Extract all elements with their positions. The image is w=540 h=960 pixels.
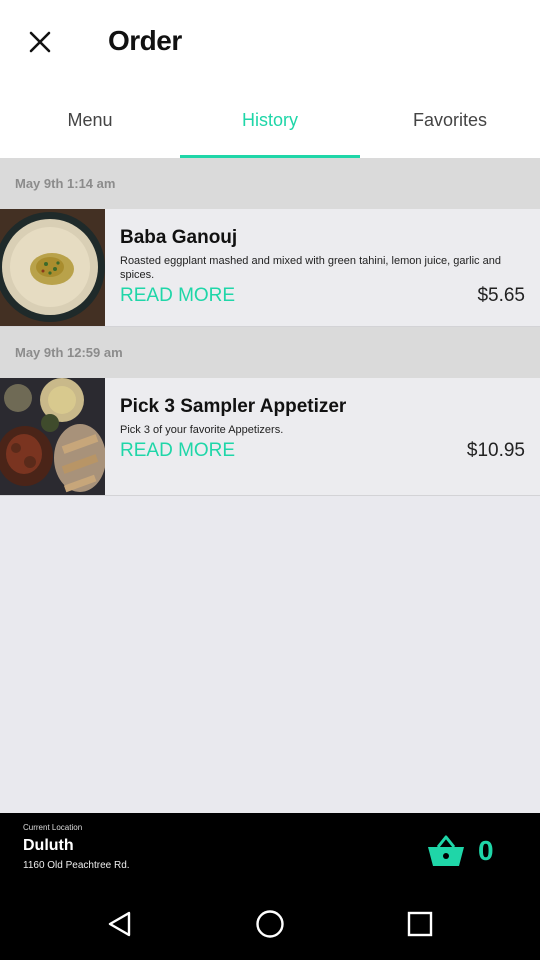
app-header: Order xyxy=(0,0,540,84)
tab-bar: Menu History Favorites xyxy=(0,84,540,158)
item-price: $5.65 xyxy=(477,285,525,306)
item-image xyxy=(0,209,105,326)
cart-count: 0 xyxy=(478,835,494,866)
recents-icon xyxy=(407,911,433,937)
item-footer: READ MORE $10.95 xyxy=(120,440,525,462)
close-icon xyxy=(29,31,51,53)
back-icon xyxy=(108,911,131,937)
location-bar[interactable]: Current Location Duluth 1160 Old Peachtr… xyxy=(0,813,540,888)
tab-menu[interactable]: Menu xyxy=(0,84,180,158)
nav-home-button[interactable] xyxy=(250,904,290,944)
nav-back-button[interactable] xyxy=(100,904,140,944)
cart-button[interactable] xyxy=(426,833,466,869)
item-image xyxy=(0,378,105,495)
home-icon xyxy=(256,910,284,938)
item-details: Baba Ganouj Roasted eggplant mashed and … xyxy=(105,209,540,326)
location-city: Duluth xyxy=(23,837,74,854)
location-caption: Current Location xyxy=(23,823,83,832)
system-nav-bar xyxy=(0,888,540,960)
history-list: May 9th 1:14 am Baba Ganouj Roasted eggp… xyxy=(0,158,540,496)
nav-recents-button[interactable] xyxy=(400,904,440,944)
date-header: May 9th 1:14 am xyxy=(0,158,540,209)
basket-icon xyxy=(428,835,464,866)
tab-history[interactable]: History xyxy=(180,84,360,158)
item-name: Baba Ganouj xyxy=(120,227,238,248)
read-more-link[interactable]: READ MORE xyxy=(120,440,235,462)
location-address: 1160 Old Peachtree Rd. xyxy=(23,860,130,871)
read-more-link[interactable]: READ MORE xyxy=(120,285,235,307)
close-button[interactable] xyxy=(20,22,60,62)
item-description: Roasted eggplant mashed and mixed with g… xyxy=(120,255,501,281)
item-price: $10.95 xyxy=(466,440,525,461)
item-name: Pick 3 Sampler Appetizer xyxy=(120,396,347,417)
item-details: Pick 3 Sampler Appetizer Pick 3 of your … xyxy=(105,378,540,495)
list-item[interactable]: Pick 3 Sampler Appetizer Pick 3 of your … xyxy=(0,378,540,496)
item-description: Pick 3 of your favorite Appetizers. xyxy=(120,424,284,436)
page-title: Order xyxy=(108,25,182,56)
tab-favorites[interactable]: Favorites xyxy=(360,84,540,158)
item-footer: READ MORE $5.65 xyxy=(120,285,525,307)
date-header: May 9th 12:59 am xyxy=(0,327,540,378)
list-item[interactable]: Baba Ganouj Roasted eggplant mashed and … xyxy=(0,209,540,327)
